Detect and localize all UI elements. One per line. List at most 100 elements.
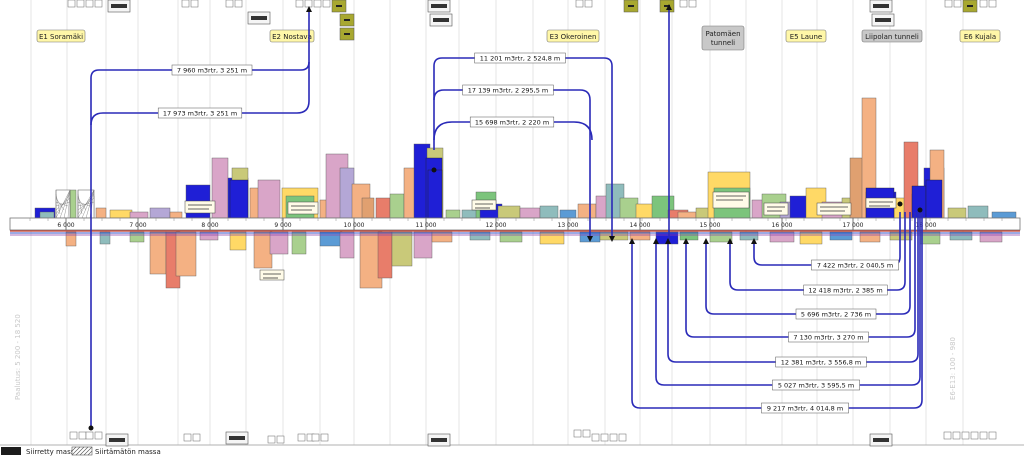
- bottom-icon-4-card-bar: [229, 436, 245, 440]
- mass-bar-down-33: [919, 231, 941, 245]
- lower-label-5-text: 5 027 m3rtr, 3 595,5 m: [778, 382, 854, 390]
- bottom-icon-3-a: [183, 433, 192, 442]
- zone-label-line-1: Patomäen: [705, 30, 740, 38]
- lower-route-2-arrow: [703, 238, 709, 244]
- top-icon-16-b: [688, 0, 697, 8]
- mass-bar-up-64: [991, 211, 1017, 219]
- top-icon-21-b: [988, 0, 997, 8]
- info-card-7: [865, 197, 897, 209]
- top-icon-19-a: [944, 0, 953, 8]
- mass-bar-up-7: [129, 211, 149, 219]
- bottom-icon-14-b: [970, 431, 979, 440]
- station-label-7: 13 000: [558, 222, 579, 229]
- top-icon-11-card-bar: [431, 4, 447, 8]
- mass-bar-up-35: [559, 209, 577, 219]
- mass-bar-up-9: [169, 211, 183, 219]
- zone-label-LT: Liipolan tunneli: [865, 33, 919, 41]
- mass-bar-up-28: [445, 209, 461, 219]
- info-card-5: [763, 202, 789, 216]
- moved-block-0: [229, 179, 249, 219]
- top-icon-8-olive-mark: [336, 5, 342, 7]
- mass-bar-up-6: [109, 209, 133, 219]
- route-origin-3: [917, 207, 923, 213]
- station-label-5: 11 000: [416, 222, 437, 229]
- bottom-icon-11-a: [609, 433, 618, 442]
- lower-label-1-text: 12 418 m3rtr, 2 385 m: [808, 287, 882, 295]
- upper-label-2-text: 11 201 m3rtr, 2 524,8 m: [480, 55, 561, 63]
- top-icon-4-b: [234, 0, 243, 8]
- top-icon-14-olive-mark: [628, 5, 634, 7]
- top-icon-2-card-bar: [111, 4, 127, 8]
- zone-headers: E1 Soramäki E2 Nostava E3 Okeroinen Patomäe…: [36, 25, 1001, 51]
- mass-bar-up-32: [497, 205, 521, 219]
- top-icon-21-a: [979, 0, 988, 8]
- mass-bar-down-12: [339, 231, 355, 259]
- info-card-1: [287, 201, 319, 215]
- upper-label-4-text: 15 698 m3rtr, 2 220 m: [475, 119, 549, 127]
- bottom-icon-7-b: [320, 433, 329, 442]
- mass-bar-up-39: [619, 197, 639, 219]
- mass-bar-up-1: [39, 211, 55, 219]
- mass-bar-down-29: [799, 231, 823, 245]
- zone-label-E6: E6 Kujala: [964, 33, 996, 41]
- moved-block-4: [911, 185, 927, 219]
- top-icon-3-a: [181, 0, 190, 8]
- top-icon-9-olive-mark: [344, 19, 350, 21]
- route-origin-0: [88, 425, 94, 431]
- top-icon-7-a: [313, 0, 322, 8]
- zone-label-E5: E5 Laune: [790, 33, 822, 41]
- bottom-icon-1-a: [85, 431, 94, 440]
- station-label-4: 10 000: [344, 222, 365, 229]
- upper-label-0-text: 7 960 m3rtr, 3 251 m: [177, 67, 247, 75]
- top-icon-4-a: [225, 0, 234, 8]
- info-card-6: [816, 202, 852, 216]
- station-label-8: 14 000: [630, 222, 651, 229]
- mass-bar-up-24: [389, 193, 405, 219]
- top-icon-16-a: [679, 0, 688, 8]
- top-icon-17-card-bar: [873, 4, 889, 8]
- bottom-icon-15-b: [988, 431, 997, 440]
- mass-bar-up-23: [375, 197, 391, 219]
- bottom-icon-10-a: [591, 433, 600, 442]
- top-icon-20-olive-mark: [967, 5, 973, 7]
- station-label-0: 6 000: [57, 222, 74, 229]
- top-icon-0-a: [67, 0, 76, 8]
- station-label-2: 8 000: [201, 222, 218, 229]
- bottom-icon-2-card-bar: [109, 438, 125, 442]
- top-icon-6-b: [304, 0, 313, 8]
- right-side-label: E6-E13: 100 - 980: [949, 337, 957, 400]
- top-icon-1-a: [85, 0, 94, 8]
- top-icon-3-b: [190, 0, 199, 8]
- axis-band: [9, 217, 1021, 231]
- moved-block-5: [925, 179, 943, 219]
- route-origin-2: [897, 201, 903, 207]
- top-icon-1-b: [94, 0, 103, 8]
- mass-bar-up-36: [577, 203, 597, 219]
- mass-bar-down-20: [539, 231, 565, 245]
- top-icon-5-card-bar: [251, 16, 267, 20]
- mass-bar-up-3: [69, 189, 77, 219]
- legend-moved-label: Siirretty massa: [26, 448, 79, 456]
- mass-bar-up-22: [361, 197, 375, 219]
- bottom-icon-12-card-bar: [873, 438, 889, 442]
- mass-bar-up-43: [677, 211, 697, 219]
- top-icon-7-b: [322, 0, 331, 8]
- lower-label-3-text: 7 130 m3rtr, 3 270 m: [793, 334, 863, 342]
- top-icon-row: [67, 0, 997, 41]
- mass-haul-diagram: Paalutus: 5 200 - 18 520 E6-E13: 100 - 9…: [0, 0, 1024, 456]
- station-label-9: 15 000: [700, 222, 721, 229]
- zone-label-E1: E1 Soramäki: [39, 33, 83, 41]
- station-label-1: 7 000: [129, 222, 146, 229]
- station-label-10: 16 000: [772, 222, 793, 229]
- bottom-icon-8-card-bar: [431, 438, 447, 442]
- bottom-icon-5-a: [267, 435, 276, 444]
- left-side-label: Paalutus: 5 200 - 18 520: [14, 314, 22, 400]
- unmoved-block-0: [55, 189, 71, 219]
- legend-unmoved-label: Siirtämätön massa: [95, 448, 161, 456]
- legend: Siirretty massa Siirtämätön massa: [1, 446, 161, 456]
- station-label-3: 9 000: [274, 222, 291, 229]
- info-card-3: [471, 199, 497, 211]
- bottom-icon-6-a: [297, 433, 306, 442]
- top-icon-13-a: [575, 0, 584, 8]
- lower-label-2-text: 5 696 m3rtr, 2 736 m: [801, 311, 871, 319]
